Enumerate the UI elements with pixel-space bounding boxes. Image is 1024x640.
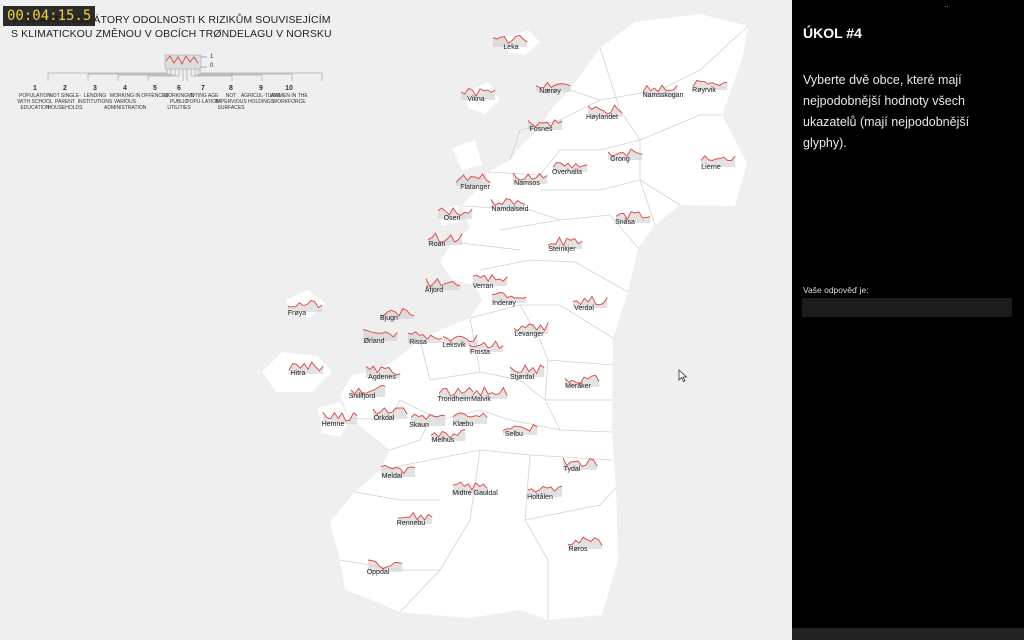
municipality-label[interactable]: Skaun [409, 422, 429, 429]
municipality-label[interactable]: Holtålen [527, 494, 553, 501]
municipality-label[interactable]: Meråker [565, 383, 591, 390]
municipality-label[interactable]: Frøya [288, 310, 306, 317]
municipality-label[interactable]: Verdal [574, 305, 594, 312]
task-title: ÚKOL #4 [803, 25, 862, 41]
municipality-label[interactable]: Rennebu [397, 520, 425, 527]
municipality-label[interactable]: Klæbu [453, 421, 473, 428]
mouse-cursor-icon [678, 369, 688, 383]
municipality-label[interactable]: Overhalla [552, 169, 582, 176]
municipality-label[interactable]: Snillfjord [349, 393, 376, 400]
municipality-label[interactable]: Høylandet [586, 114, 618, 121]
municipality-label[interactable]: Stjørdal [510, 374, 534, 381]
municipality-label[interactable]: Trondheim [437, 396, 470, 403]
legend-indicator-number: 10 [285, 85, 293, 92]
legend-scale-min: 0 [210, 63, 214, 69]
municipality-label[interactable]: Tydal [564, 466, 581, 473]
municipality-label[interactable]: Melhus [432, 437, 455, 444]
municipality-label[interactable]: Snåsa [615, 219, 635, 226]
municipality-label[interactable]: Åfjord [425, 287, 443, 294]
municipality-label[interactable]: Roan [429, 241, 446, 248]
task-instructions: Vyberte dvě obce, které mají nejpodobněj… [803, 73, 970, 150]
map-title-line2: S KLIMATICKOU ZMĚNOU V OBCÍCH TRØNDELAGU… [11, 28, 332, 40]
map-area[interactable]: VYBRANÉ INDIKÁTORY ODOLNOSTI K RIZIKŮM S… [0, 0, 792, 640]
municipality-label[interactable]: Agdenes [368, 374, 396, 381]
municipality-label[interactable]: Selbu [505, 431, 523, 438]
municipality-label[interactable]: Oppdal [367, 569, 390, 576]
municipality-label[interactable]: Frosta [470, 349, 490, 356]
legend-indicator-label: WOMEN IN THE WORKFORCE [270, 93, 308, 105]
municipality-label[interactable]: Namsos [514, 180, 540, 187]
answer-input[interactable] [802, 298, 1012, 317]
municipality-label[interactable]: Meldal [382, 473, 403, 480]
municipality-label[interactable]: Fosnes [530, 126, 553, 133]
municipality-label[interactable]: Verran [473, 283, 494, 290]
municipality-label[interactable]: Lierne [701, 164, 720, 171]
task-panel: ‥ ÚKOL #4 Vyberte dvě obce, které mají n… [792, 0, 1024, 640]
municipality-label[interactable]: Orkdal [374, 415, 395, 422]
panel-footer [792, 628, 1024, 640]
glyph-legend: 1 0 1 POPULATION WITH SCHOOL EDUCATION 2 NO… [10, 53, 370, 123]
legend-glyph [47, 54, 323, 81]
municipality-label[interactable]: Inderøy [492, 300, 516, 307]
municipality-label[interactable]: Vikna [467, 96, 484, 103]
municipality-label[interactable]: Røros [568, 546, 587, 553]
municipality-label[interactable]: Steinkjer [548, 246, 575, 253]
island [452, 140, 482, 170]
legend-scale-max: 1 [210, 54, 214, 60]
municipality-label[interactable]: Osen [444, 215, 461, 222]
municipality-label[interactable]: Flatanger [460, 184, 490, 191]
municipality-label[interactable]: Midtre Gauldal [452, 490, 498, 497]
municipality-label[interactable]: Leksvik [442, 342, 465, 349]
answer-label: Vaše odpověď je: [803, 285, 869, 295]
timer: 00:04:15.5 [3, 6, 96, 26]
municipality-label[interactable]: Malvik [471, 396, 491, 403]
municipality-label[interactable]: Nærøy [539, 88, 560, 95]
municipality-label[interactable]: Røyrvik [692, 87, 716, 94]
municipality-label[interactable]: Leka [503, 44, 518, 51]
panel-handle: ‥ [944, 2, 949, 9]
municipality-label[interactable]: Hitra [291, 370, 306, 377]
municipality-label[interactable]: Hemne [322, 421, 345, 428]
municipality-label[interactable]: Levanger [514, 331, 543, 338]
legend-indicator-10: 10 WOMEN IN THE WORKFORCE [268, 84, 310, 105]
municipality-label[interactable]: Namsskogan [643, 92, 684, 99]
municipality-label[interactable]: Grong [610, 156, 629, 163]
municipality-label[interactable]: Bjugn [380, 315, 398, 322]
municipality-label[interactable]: Rissa [409, 339, 427, 346]
municipality-label[interactable]: Namdalseid [492, 206, 529, 213]
municipality-label[interactable]: Ørland [363, 338, 384, 345]
